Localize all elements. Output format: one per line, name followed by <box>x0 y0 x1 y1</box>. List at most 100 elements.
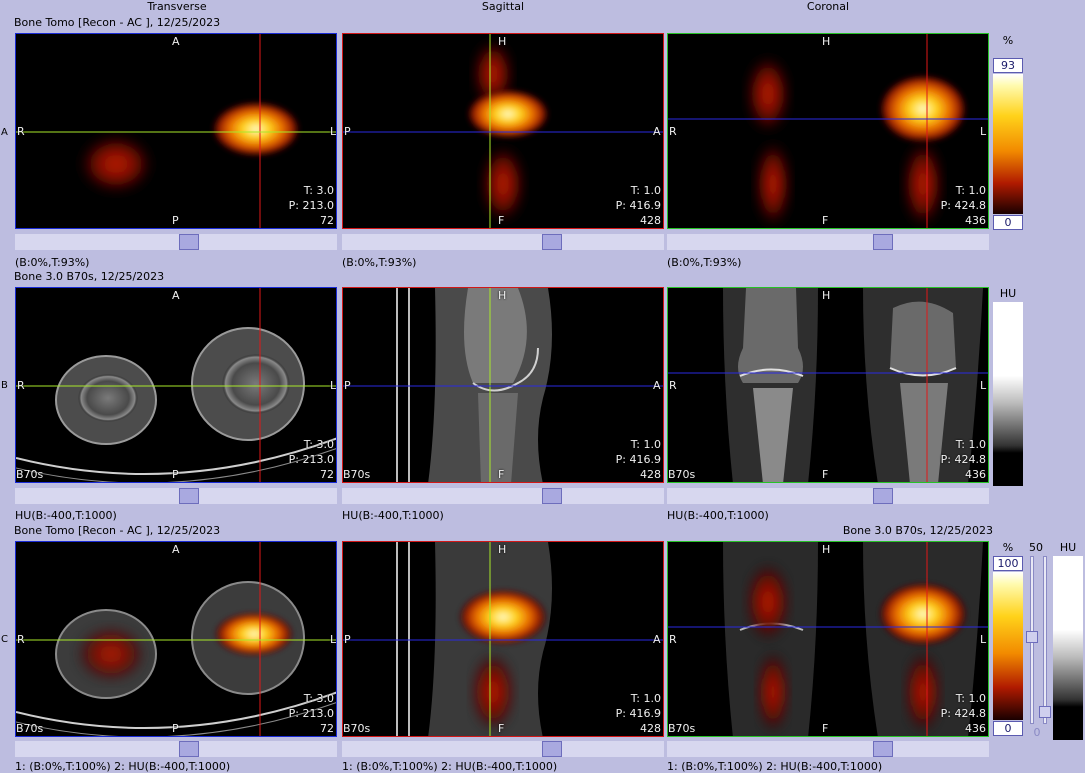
transverse-slice-scrollbar[interactable] <box>15 234 337 250</box>
slice-number: 428 <box>640 722 661 735</box>
thickness-label: T: 1.0 <box>630 184 661 197</box>
fused-ct-colorbar[interactable] <box>1053 556 1083 740</box>
pet-unit-label: % <box>1002 34 1014 47</box>
slice-number: 428 <box>640 214 661 227</box>
fusion-mix-label: 50 <box>1029 541 1043 554</box>
scroll-thumb[interactable] <box>179 488 199 504</box>
transverse-slice-scrollbar[interactable] <box>15 741 337 757</box>
orient-left: R <box>17 379 25 392</box>
kernel-label: B70s <box>668 468 696 481</box>
row-c-letter: C <box>1 634 8 645</box>
fusion-ct-knob[interactable] <box>1039 706 1051 718</box>
kernel-label: B70s <box>16 468 44 481</box>
ct-unit-label: HU <box>999 287 1017 300</box>
orient-bottom: F <box>822 214 829 227</box>
orient-top: A <box>172 543 180 556</box>
kernel-label: B70s <box>343 722 371 735</box>
pet-colorbar[interactable] <box>993 74 1023 214</box>
scroll-thumb[interactable] <box>873 741 893 757</box>
orient-right: L <box>980 379 987 392</box>
fused-top-value[interactable]: 100 <box>993 556 1023 571</box>
fused-coronal-viewport[interactable]: H F R L T: 1.0 P: 424.8 436 B70s <box>667 541 989 737</box>
scroll-thumb[interactable] <box>542 234 562 250</box>
window-level-label: HU(B:-400,T:1000) <box>667 509 769 522</box>
window-level-label: 1: (B:0%,T:100%) 2: HU(B:-400,T:1000) <box>342 760 558 773</box>
scroll-thumb[interactable] <box>542 488 562 504</box>
ct-sagittal-viewport[interactable]: H F P A T: 1.0 P: 416.9 428 B70s <box>342 287 664 483</box>
orient-right: L <box>330 633 337 646</box>
row-a-title: Bone Tomo [Recon - AC ], 12/25/2023 <box>14 16 221 29</box>
pet-sagittal-viewport[interactable]: H F P A T: 1.0 P: 416.9 428 <box>342 33 664 229</box>
position-label: P: 424.8 <box>940 453 986 466</box>
sagittal-slice-scrollbar[interactable] <box>342 488 664 504</box>
orient-top: H <box>822 543 831 556</box>
position-label: P: 416.9 <box>615 707 661 720</box>
window-level-label: HU(B:-400,T:1000) <box>15 509 117 522</box>
position-label: P: 416.9 <box>615 453 661 466</box>
transverse-slice-scrollbar[interactable] <box>15 488 337 504</box>
kernel-label: B70s <box>343 468 371 481</box>
ct-colorbar[interactable] <box>993 302 1023 486</box>
pet-bottom-value[interactable]: 0 <box>993 215 1023 230</box>
slice-number: 72 <box>320 722 334 735</box>
pet-transverse-viewport[interactable]: A P R L T: 3.0 P: 213.0 72 <box>15 33 337 229</box>
window-level-label: HU(B:-400,T:1000) <box>342 509 444 522</box>
row-b-title: Bone 3.0 B70s, 12/25/2023 <box>14 270 165 283</box>
pet-coronal-viewport[interactable]: H F R L T: 1.0 P: 424.8 436 <box>667 33 989 229</box>
row-a-letter: A <box>1 127 8 138</box>
fusion-mix-knob[interactable] <box>1026 631 1038 643</box>
ct-coronal-viewport[interactable]: H F R L T: 1.0 P: 424.8 436 B70s <box>667 287 989 483</box>
scroll-thumb[interactable] <box>542 741 562 757</box>
slice-number: 72 <box>320 214 334 227</box>
orient-top: H <box>498 289 507 302</box>
scroll-thumb[interactable] <box>179 741 199 757</box>
coronal-slice-scrollbar[interactable] <box>667 741 989 757</box>
coronal-slice-scrollbar[interactable] <box>667 234 989 250</box>
orient-top: H <box>822 289 831 302</box>
orient-bottom: P <box>172 468 179 481</box>
sagittal-slice-scrollbar[interactable] <box>342 234 664 250</box>
orient-top: H <box>498 543 507 556</box>
orient-top: A <box>172 289 180 302</box>
orient-bottom: P <box>172 214 179 227</box>
fused-sagittal-viewport[interactable]: H F P A T: 1.0 P: 416.9 428 B70s <box>342 541 664 737</box>
coronal-slice-scrollbar[interactable] <box>667 488 989 504</box>
position-label: P: 213.0 <box>288 199 334 212</box>
orient-left: P <box>344 125 351 138</box>
slice-number: 436 <box>965 468 986 481</box>
slice-number: 436 <box>965 214 986 227</box>
orient-bottom: F <box>498 468 505 481</box>
ct-transverse-viewport[interactable]: A P R L T: 3.0 P: 213.0 72 B70s <box>15 287 337 483</box>
orient-right: L <box>980 633 987 646</box>
orient-bottom: F <box>822 722 829 735</box>
slice-number: 428 <box>640 468 661 481</box>
orient-left: R <box>669 379 677 392</box>
orient-left: R <box>17 125 25 138</box>
fused-transverse-viewport[interactable]: A P R L T: 3.0 P: 213.0 72 B70s <box>15 541 337 737</box>
thickness-label: T: 1.0 <box>955 438 986 451</box>
scroll-thumb[interactable] <box>179 234 199 250</box>
column-header-sagittal: Sagittal <box>481 0 525 13</box>
scroll-thumb[interactable] <box>873 234 893 250</box>
position-label: P: 416.9 <box>615 199 661 212</box>
thickness-label: T: 3.0 <box>303 184 334 197</box>
thickness-label: T: 3.0 <box>303 692 334 705</box>
orient-left: P <box>344 633 351 646</box>
window-level-label: (B:0%,T:93%) <box>667 256 742 269</box>
fused-pet-colorbar[interactable] <box>993 572 1023 720</box>
window-level-label: (B:0%,T:93%) <box>342 256 417 269</box>
fused-bottom-value[interactable]: 0 <box>993 721 1023 736</box>
fusion-ct-slider[interactable] <box>1043 556 1047 724</box>
fused-ct-unit-label: HU <box>1059 541 1077 554</box>
sagittal-slice-scrollbar[interactable] <box>342 741 664 757</box>
orient-top: H <box>822 35 831 48</box>
thickness-label: T: 1.0 <box>630 692 661 705</box>
scroll-thumb[interactable] <box>873 488 893 504</box>
position-label: P: 213.0 <box>288 453 334 466</box>
pet-top-value[interactable]: 93 <box>993 58 1023 73</box>
orient-right: L <box>330 379 337 392</box>
orient-right: A <box>653 379 661 392</box>
fusion-mix-bottom-label: 0 <box>1033 726 1041 739</box>
window-level-label: 1: (B:0%,T:100%) 2: HU(B:-400,T:1000) <box>15 760 231 773</box>
row-b-letter: B <box>1 380 8 391</box>
